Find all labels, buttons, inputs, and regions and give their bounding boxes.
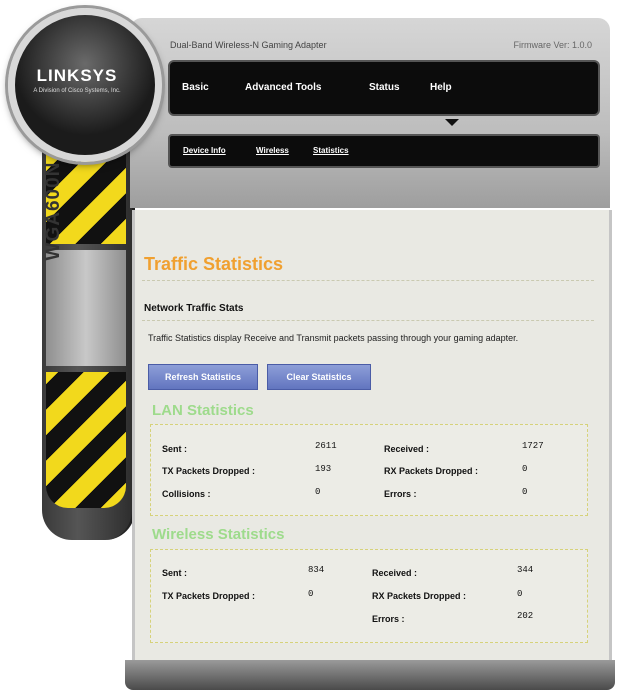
lan-collisions-value: 0 — [315, 487, 321, 497]
wireless-rx-dropped-label: RX Packets Dropped : — [372, 591, 467, 601]
lan-rx-dropped-value: 0 — [522, 464, 528, 474]
lan-statistics-title: LAN Statistics — [152, 402, 254, 419]
lan-collisions-label: Collisions : — [162, 489, 211, 499]
clear-statistics-button[interactable]: Clear Statistics — [267, 364, 371, 390]
active-nav-indicator-icon — [445, 119, 459, 126]
subnav-device-info[interactable]: Device Info — [183, 146, 226, 155]
lan-sent-label: Sent : — [162, 444, 188, 454]
wireless-tx-dropped-value: 0 — [308, 589, 314, 599]
wireless-rx-dropped-value: 0 — [517, 589, 523, 599]
lan-tx-dropped-value: 193 — [315, 464, 332, 474]
wireless-received-label: Received : — [372, 568, 418, 578]
lan-errors-label: Errors : — [384, 489, 417, 499]
lan-received-value: 1727 — [522, 441, 544, 451]
logo-tagline: A Division of Cisco Systems, Inc. — [33, 88, 121, 94]
lan-received-label: Received : — [384, 444, 430, 454]
subnav-statistics[interactable]: Statistics — [313, 146, 349, 155]
wireless-sent-value: 834 — [308, 565, 325, 575]
nav-advanced-tools[interactable]: Advanced Tools — [245, 82, 322, 93]
wireless-errors-label: Errors : — [372, 614, 405, 624]
wireless-tx-dropped-label: TX Packets Dropped : — [162, 591, 256, 601]
nav-basic[interactable]: Basic — [182, 82, 209, 93]
hazard-stripes-bottom — [46, 372, 126, 508]
firmware-version: Firmware Ver: 1.0.0 — [513, 40, 592, 50]
section-title: Network Traffic Stats — [144, 303, 244, 314]
product-name: Dual-Band Wireless-N Gaming Adapter — [170, 40, 327, 50]
lan-tx-dropped-label: TX Packets Dropped : — [162, 466, 256, 476]
lan-errors-value: 0 — [522, 487, 528, 497]
wireless-sent-label: Sent : — [162, 568, 188, 578]
lan-sent-value: 2611 — [315, 441, 337, 451]
refresh-statistics-button[interactable]: Refresh Statistics — [148, 364, 258, 390]
page-title: Traffic Statistics — [144, 254, 284, 274]
wireless-received-value: 344 — [517, 565, 534, 575]
lan-rx-dropped-label: RX Packets Dropped : — [384, 466, 479, 476]
linksys-logo: LINKSYS — [36, 66, 118, 85]
frame-bottom-bezel — [125, 660, 615, 690]
subnav-wireless[interactable]: Wireless — [256, 146, 289, 155]
description: Traffic Statistics display Receive and T… — [148, 333, 519, 343]
nav-status[interactable]: Status — [369, 82, 400, 93]
model-plate — [46, 250, 126, 366]
section-divider — [142, 320, 594, 321]
wireless-errors-value: 202 — [517, 611, 534, 621]
sub-nav — [168, 134, 600, 168]
title-divider — [142, 280, 594, 281]
wireless-statistics-title: Wireless Statistics — [152, 526, 285, 543]
nav-help[interactable]: Help — [430, 82, 452, 93]
model-label: WGA600N — [43, 161, 64, 261]
